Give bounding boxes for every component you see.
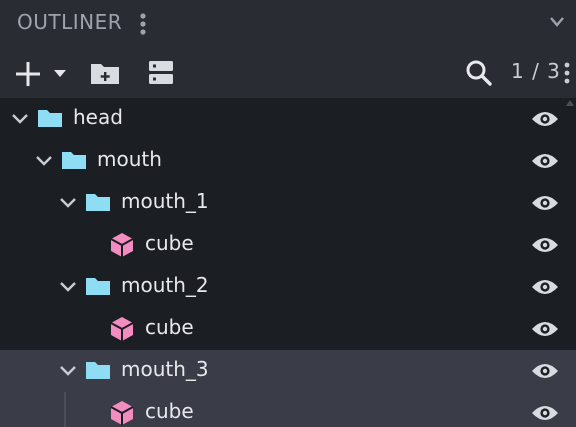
tree-row[interactable]: cube (0, 308, 564, 350)
tree-row-label: cube (145, 315, 194, 339)
outliner-header: OUTLINER (0, 0, 576, 46)
chevron-down-icon[interactable] (34, 152, 54, 170)
search-icon[interactable] (465, 59, 493, 87)
tree-row-label: mouth (97, 147, 162, 171)
folder-icon (86, 194, 110, 211)
tree-row[interactable]: mouth_3 (0, 350, 564, 392)
vertical-dots-icon[interactable] (563, 62, 571, 84)
eye-icon[interactable] (531, 278, 559, 296)
tree-row-label: head (73, 105, 123, 129)
scrollbar-selection-track (564, 350, 576, 427)
folder-icon (86, 278, 110, 295)
folder-add-icon[interactable] (90, 60, 120, 86)
eye-icon[interactable] (531, 362, 559, 380)
cube-icon (110, 317, 134, 341)
outliner-toolbar: 1 / 3 (0, 46, 576, 98)
tree-row-label: mouth_2 (121, 273, 209, 297)
stack-icon[interactable] (148, 59, 174, 87)
tree-guide-line (64, 392, 66, 427)
tree-row[interactable]: cube (0, 392, 564, 427)
panel-title: OUTLINER (17, 10, 123, 34)
tree-row[interactable]: mouth_2 (0, 266, 564, 308)
tree-row-label: mouth_1 (121, 189, 209, 213)
chevron-down-icon[interactable] (58, 194, 78, 212)
tree-row[interactable]: cube (0, 224, 564, 266)
tree-row-label: mouth_3 (121, 357, 209, 381)
match-count: 1 / 3 (511, 59, 561, 83)
scroll-up-icon[interactable] (566, 100, 574, 106)
outliner-tree: head mouth mouth_1 cube mouth_2 cube mouth_3 cu… (0, 98, 564, 427)
tree-row[interactable]: mouth (0, 140, 564, 182)
eye-icon[interactable] (531, 404, 559, 422)
folder-icon (62, 152, 86, 169)
plus-icon[interactable] (14, 60, 42, 88)
tree-row-label: cube (145, 399, 194, 423)
eye-icon[interactable] (531, 320, 559, 338)
chevron-down-icon[interactable] (58, 362, 78, 380)
scrollbar[interactable] (564, 98, 576, 427)
chevron-down-icon[interactable] (58, 278, 78, 296)
folder-icon (38, 110, 62, 127)
eye-icon[interactable] (531, 110, 559, 128)
cube-icon (110, 401, 134, 425)
eye-icon[interactable] (531, 236, 559, 254)
eye-icon[interactable] (531, 152, 559, 170)
tree-row[interactable]: head (0, 98, 564, 140)
chevron-down-icon[interactable] (547, 12, 567, 32)
eye-icon[interactable] (531, 194, 559, 212)
tree-row[interactable]: mouth_1 (0, 182, 564, 224)
chevron-down-icon[interactable] (10, 110, 30, 128)
folder-icon (86, 362, 110, 379)
vertical-dots-icon[interactable] (139, 13, 147, 35)
caret-down-icon[interactable] (53, 69, 67, 79)
tree-row-label: cube (145, 231, 194, 255)
cube-icon (110, 233, 134, 257)
